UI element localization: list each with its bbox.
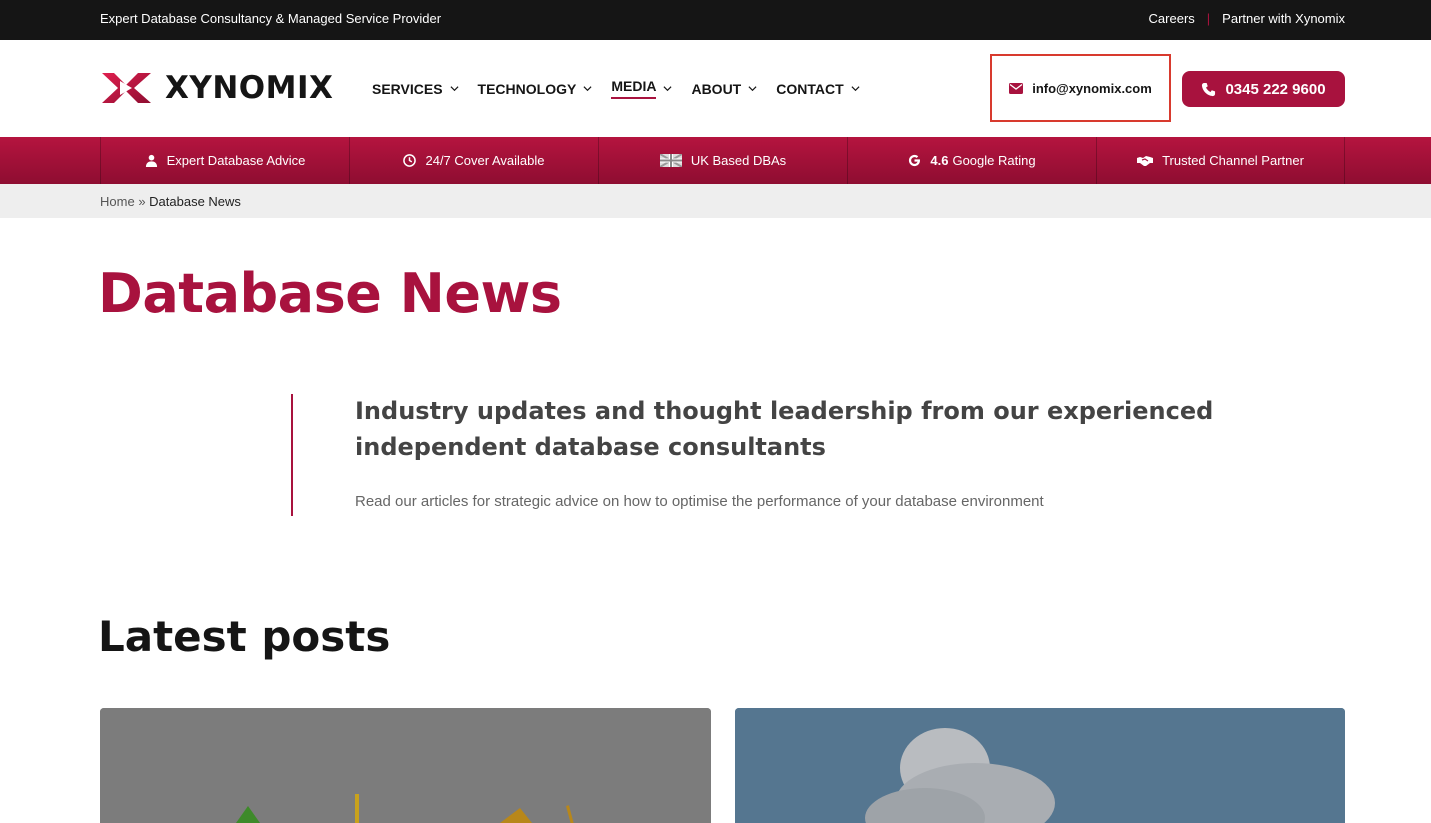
- usp-google-rating[interactable]: 4.6 Google Rating: [847, 137, 1096, 184]
- top-links: Careers | Partner with Xynomix: [1149, 11, 1345, 26]
- uk-flag-icon: [659, 154, 682, 167]
- phone-icon: [1202, 82, 1216, 96]
- usp-cover: 24/7 Cover Available: [349, 137, 598, 184]
- breadcrumb-separator: »: [138, 194, 150, 209]
- usp-uk-dbas: UK Based DBAs: [598, 137, 847, 184]
- usp-expert-advice: Expert Database Advice: [100, 137, 349, 184]
- nav-label: CONTACT: [776, 80, 844, 97]
- breadcrumb: Home » Database News: [0, 184, 1431, 218]
- intro-accent-bar: [291, 394, 293, 516]
- nav-about[interactable]: ABOUT: [691, 78, 757, 99]
- intro-text: Read our articles for strategic advice o…: [355, 493, 1044, 510]
- chevron-down-icon: [583, 86, 592, 92]
- usp-channel-partner: Trusted Channel Partner: [1096, 137, 1345, 184]
- usp-label: 24/7 Cover Available: [425, 153, 545, 168]
- post-card[interactable]: [735, 708, 1345, 823]
- site-header: XYNOMIX SERVICES TECHNOLOGY MEDIA ABOUT …: [0, 40, 1431, 137]
- intro-heading: Industry updates and thought leadership …: [355, 397, 1214, 461]
- nav-label: SERVICES: [372, 80, 443, 97]
- nav-media[interactable]: MEDIA: [611, 78, 672, 99]
- usp-label: Expert Database Advice: [166, 153, 306, 168]
- envelope-icon: [1009, 82, 1024, 94]
- email-text: info@xynomix.com: [1032, 80, 1152, 96]
- usp-strip: Expert Database Advice 24/7 Cover Availa…: [0, 137, 1431, 184]
- nav-label: ABOUT: [691, 80, 742, 97]
- careers-link[interactable]: Careers: [1149, 11, 1195, 26]
- breadcrumb-home[interactable]: Home: [100, 194, 135, 209]
- handshake-icon: [1137, 155, 1154, 166]
- chevron-down-icon: [851, 86, 860, 92]
- latest-posts-heading: Latest posts: [98, 612, 391, 661]
- nav-label: TECHNOLOGY: [477, 80, 577, 97]
- usp-label: Trusted Channel Partner: [1162, 153, 1304, 168]
- breadcrumb-current: Database News: [149, 194, 241, 209]
- partner-link[interactable]: Partner with Xynomix: [1222, 11, 1345, 26]
- nav-services[interactable]: SERVICES: [372, 78, 459, 99]
- post-thumbnail: [100, 708, 711, 823]
- user-icon: [145, 154, 157, 167]
- chevron-down-icon: [663, 86, 672, 92]
- email-link[interactable]: info@xynomix.com: [990, 54, 1171, 122]
- google-icon: [909, 154, 921, 167]
- main-nav: SERVICES TECHNOLOGY MEDIA ABOUT CONTACT: [372, 78, 879, 99]
- top-links-separator: |: [1206, 11, 1211, 26]
- usp-label: UK Based DBAs: [690, 153, 787, 168]
- nav-contact[interactable]: CONTACT: [776, 78, 860, 99]
- usp-label: Google Rating: [952, 153, 1036, 168]
- post-thumbnail: [735, 708, 1345, 823]
- chevron-down-icon: [450, 86, 459, 92]
- page-title: Database News: [98, 262, 562, 325]
- nav-label: MEDIA: [611, 78, 657, 99]
- top-bar: Expert Database Consultancy & Managed Se…: [0, 0, 1431, 40]
- google-rating-value: 4.6: [930, 153, 949, 168]
- phone-button[interactable]: 0345 222 9600: [1182, 71, 1345, 107]
- phone-number: 0345 222 9600: [1225, 80, 1326, 98]
- nav-technology[interactable]: TECHNOLOGY: [478, 78, 593, 99]
- tagline: Expert Database Consultancy & Managed Se…: [100, 11, 442, 26]
- chevron-down-icon: [748, 86, 757, 92]
- clock-icon: [403, 154, 417, 167]
- logo[interactable]: XYNOMIX: [100, 69, 333, 107]
- xynomix-logo-icon: [102, 73, 151, 103]
- post-card[interactable]: [100, 708, 711, 823]
- brand-name: XYNOMIX: [165, 70, 334, 106]
